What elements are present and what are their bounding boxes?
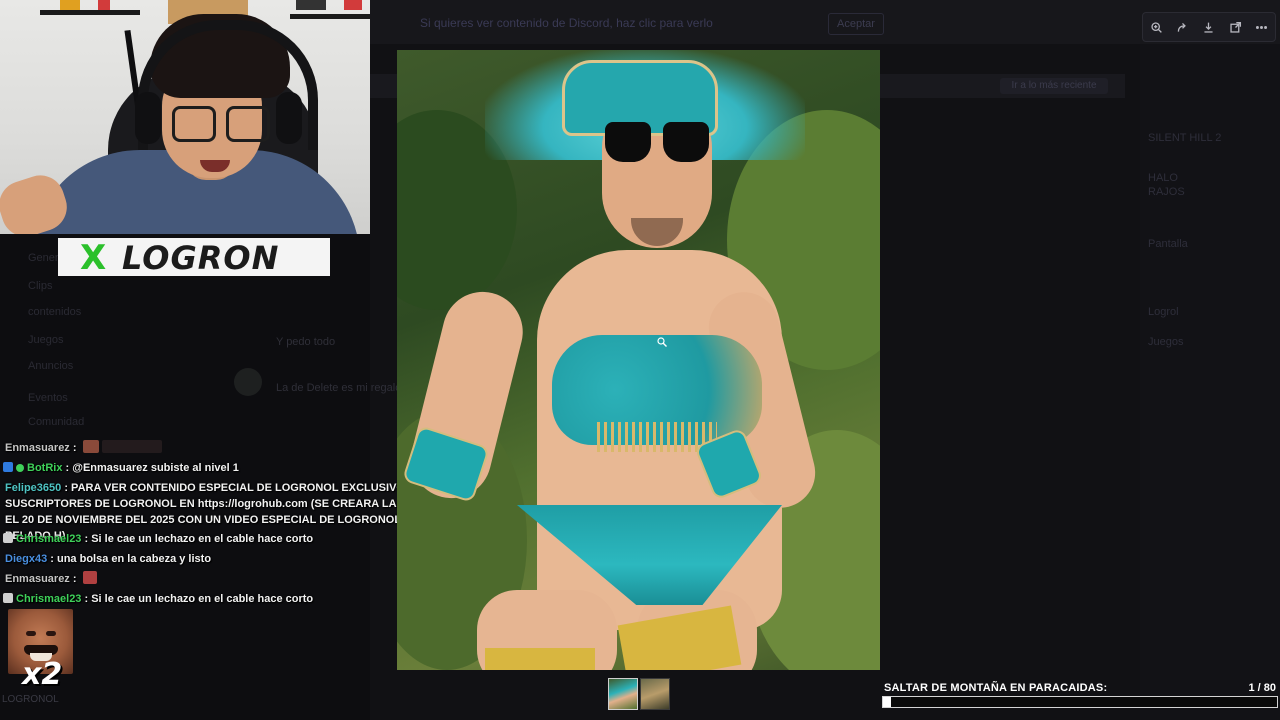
background-channel-item[interactable]: Comunidad [28, 416, 84, 428]
more-icon[interactable] [1252, 17, 1272, 37]
chat-separator: : [47, 553, 57, 565]
sunglasses-lens [663, 122, 709, 162]
background-banner: Si quieres ver contenido de Discord, haz… [420, 16, 713, 30]
chat-separator: : [62, 462, 73, 474]
chat-separator: : [69, 442, 80, 454]
emote-eye [46, 631, 56, 636]
background-avatar [234, 368, 262, 396]
challenge-title: SALTAR DE MONTAÑA EN PARACAIDAS: [884, 682, 1108, 694]
headset-ear [135, 92, 161, 144]
gold-boot [485, 648, 595, 670]
wall-shelf [290, 14, 370, 19]
wall-shelf [40, 10, 140, 15]
chat-separator: : [69, 573, 80, 585]
chat-text: Si le cae un lechazo en el cable hace co… [91, 593, 314, 605]
webcam-feed [0, 0, 370, 234]
verified-badge-icon [16, 464, 24, 472]
background-right-item[interactable]: Pantalla [1148, 238, 1188, 250]
challenge-progress: SALTAR DE MONTAÑA EN PARACAIDAS: 1 / 80 [882, 680, 1278, 712]
sunglasses-lens [605, 122, 651, 162]
bot-badge-icon [3, 462, 13, 472]
background-right-item[interactable]: RAJOS [1148, 186, 1185, 198]
chat-message: BotRix : @Enmasuarez subiste al nivel 1 [3, 460, 239, 476]
logo-text: LOGRON [122, 239, 280, 276]
image-viewer-toolbar [1142, 12, 1276, 42]
chat-separator: : [61, 482, 72, 494]
chat-separator: : [81, 533, 92, 545]
emote-icon [101, 440, 162, 453]
download-icon[interactable] [1199, 17, 1219, 37]
chat-message: Chrismael23 : Si le cae un lechazo en el… [3, 591, 313, 607]
emote-icon [82, 440, 99, 453]
viewed-image[interactable] [397, 50, 880, 670]
background-message: Y pedo todo [276, 336, 336, 348]
chat-username: Diegx43 [5, 553, 48, 565]
emote-eye [26, 631, 36, 636]
emote-multiplier: x2 [22, 657, 63, 692]
background-right-item[interactable]: HALO [1148, 172, 1178, 184]
chat-separator: : [81, 593, 92, 605]
shelf-item [344, 0, 362, 10]
zoom-cursor-icon [657, 337, 667, 347]
sub-badge-icon [3, 593, 13, 603]
background-right-item[interactable]: Logrol [1148, 306, 1179, 318]
chat-username: Enmasuarez [5, 442, 70, 454]
zoom-icon[interactable] [1146, 17, 1166, 37]
channel-logo: X LOGRON [58, 238, 330, 276]
headset-ear [276, 92, 302, 144]
sunglasses [603, 122, 711, 164]
chat-message: Enmasuarez : [5, 440, 162, 456]
background-channel-item[interactable]: Clips [28, 280, 52, 292]
challenge-progress-bar [882, 696, 1278, 708]
thumbnail-item[interactable] [640, 678, 670, 710]
chat-username: Chrismael23 [16, 533, 82, 545]
chat-message: Diegx43 : una bolsa en la cabeza y listo [5, 551, 211, 567]
background-jump-button[interactable]: Ir a lo más reciente [1000, 78, 1108, 94]
challenge-count: 1 / 80 [1248, 682, 1276, 694]
chat-text: @Enmasuarez subiste al nivel 1 [72, 462, 239, 474]
chat-message: Chrismael23 : Si le cae un lechazo en el… [3, 531, 313, 547]
chat-username: Felipe3650 [5, 482, 62, 494]
shelf-item [60, 0, 80, 10]
chat-text: una bolsa en la cabeza y listo [56, 553, 212, 565]
background-member-list [1140, 44, 1280, 720]
chat-message: Enmasuarez : [5, 571, 97, 587]
background-channel-item[interactable]: contenidos [28, 306, 81, 318]
background-message: La de Delete es mi regalo [276, 382, 402, 394]
background-banner-button[interactable]: Aceptar [828, 13, 884, 35]
chat-username: BotRix [27, 462, 63, 474]
open-external-icon[interactable] [1225, 17, 1245, 37]
sub-badge-icon [3, 533, 13, 543]
chat-username: Chrismael23 [16, 593, 82, 605]
background-channel-item[interactable]: Anuncios [28, 360, 73, 372]
background-right-item[interactable]: SILENT HILL 2 [1148, 132, 1221, 144]
background-right-item[interactable]: Juegos [1148, 336, 1183, 348]
challenge-progress-fill [883, 697, 891, 707]
share-icon[interactable] [1173, 17, 1193, 37]
logo-mark: X [80, 238, 107, 276]
background-channel-item[interactable]: Juegos [28, 334, 63, 346]
image-thumbnails [608, 678, 670, 710]
emote-icon [82, 571, 97, 584]
shelf-item [296, 0, 326, 10]
chat-text: Si le cae un lechazo en el cable hace co… [91, 533, 314, 545]
channel-name: LOGRONOL [2, 694, 59, 705]
chat-username: Enmasuarez [5, 573, 70, 585]
shelf-item [98, 0, 110, 10]
thumbnail-item[interactable] [608, 678, 638, 710]
background-channel-item[interactable]: Eventos [28, 392, 68, 404]
